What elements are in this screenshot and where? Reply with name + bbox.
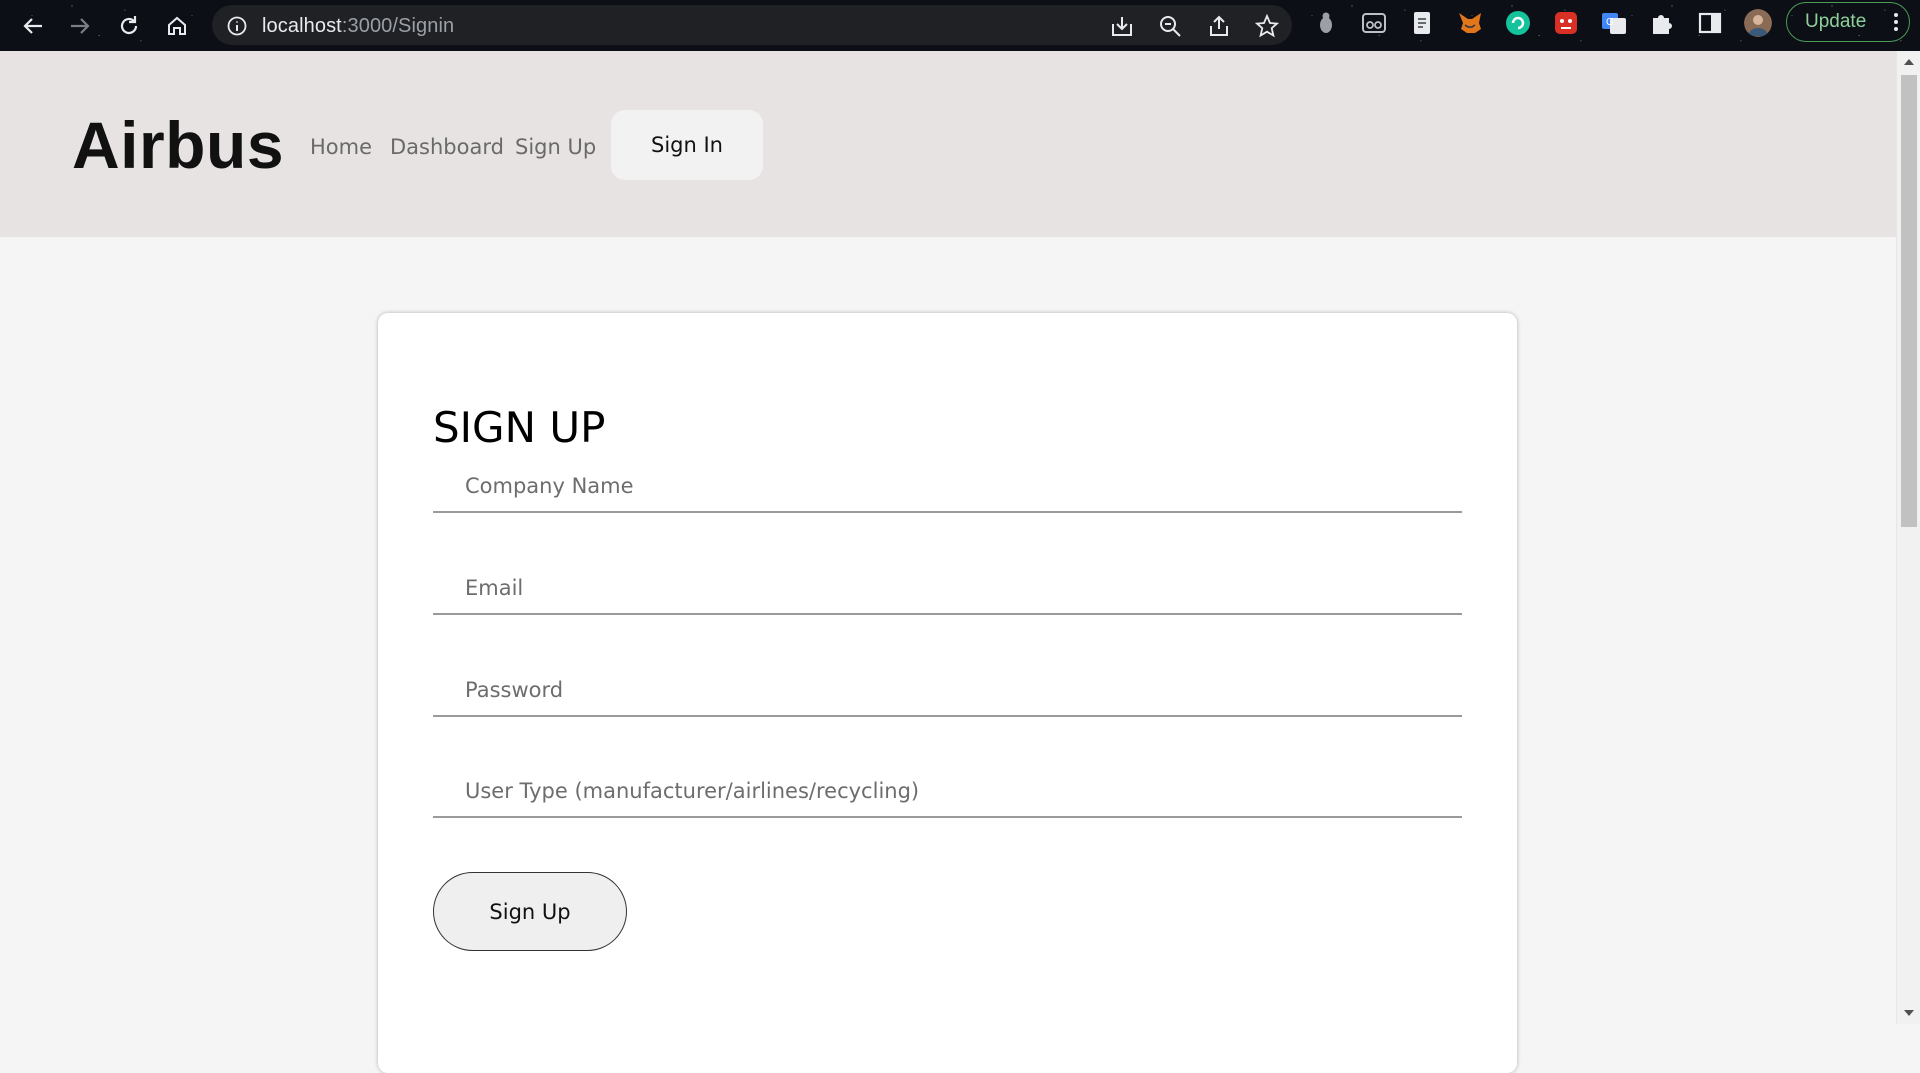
zoom-icon[interactable] (1158, 14, 1182, 38)
sign-in-button[interactable]: Sign In (611, 110, 763, 180)
browser-toolbar: localhost:3000/Signin G Update (0, 0, 1920, 51)
form-title: SIGN UP (433, 403, 606, 452)
scroll-down-arrow-icon[interactable] (1904, 1010, 1914, 1016)
share-icon[interactable] (1207, 14, 1231, 38)
company-name-field (433, 461, 1462, 513)
password-field (433, 665, 1462, 717)
brand-logo[interactable]: Airbus (72, 107, 284, 183)
site-info-icon[interactable] (226, 15, 248, 41)
address-bar[interactable]: localhost:3000/Signin (212, 5, 1292, 45)
back-arrow-icon[interactable] (16, 9, 50, 43)
site-header: Airbus Home Dashboard Sign Up Sign In (0, 51, 1896, 237)
extension-document-icon[interactable] (1408, 9, 1436, 37)
company-name-input[interactable] (433, 461, 1462, 511)
url-text: localhost:3000/Signin (262, 15, 454, 38)
install-app-icon[interactable] (1110, 14, 1134, 38)
reload-icon[interactable] (112, 9, 146, 43)
update-label: Update (1805, 11, 1867, 32)
password-input[interactable] (433, 665, 1462, 715)
google-translate-icon[interactable]: G (1600, 9, 1628, 37)
nav-sign-up[interactable]: Sign Up (515, 135, 596, 159)
page-scrollbar[interactable] (1896, 51, 1920, 1024)
email-field (433, 563, 1462, 615)
nav-dashboard[interactable]: Dashboard (390, 135, 504, 159)
forward-arrow-icon[interactable] (63, 9, 97, 43)
extension-red-panda-icon[interactable] (1552, 9, 1580, 37)
scrollbar-thumb[interactable] (1901, 75, 1917, 527)
svg-text:G: G (1606, 17, 1614, 28)
nav-home[interactable]: Home (310, 135, 372, 159)
extensions-puzzle-icon[interactable] (1648, 9, 1676, 37)
email-input[interactable] (433, 563, 1462, 613)
update-button[interactable]: Update (1786, 2, 1910, 42)
metamask-fox-icon[interactable] (1456, 9, 1484, 37)
extension-green-circle-icon[interactable] (1504, 9, 1532, 37)
signup-card: SIGN UP Sign Up (378, 313, 1517, 1073)
user-type-field (433, 766, 1462, 818)
side-panel-icon[interactable] (1696, 9, 1724, 37)
extension-bug-icon[interactable] (1312, 9, 1340, 37)
kebab-menu-icon[interactable] (1893, 11, 1899, 39)
profile-avatar[interactable] (1744, 9, 1772, 37)
user-type-input[interactable] (433, 766, 1462, 816)
bookmark-star-icon[interactable] (1254, 13, 1280, 38)
url-path: :3000/Signin (341, 15, 455, 37)
scroll-up-arrow-icon[interactable] (1904, 59, 1914, 65)
url-host: localhost (262, 15, 342, 37)
home-icon[interactable] (160, 9, 194, 43)
extension-glasses-icon[interactable] (1360, 9, 1388, 37)
sign-up-submit-button[interactable]: Sign Up (433, 872, 627, 951)
